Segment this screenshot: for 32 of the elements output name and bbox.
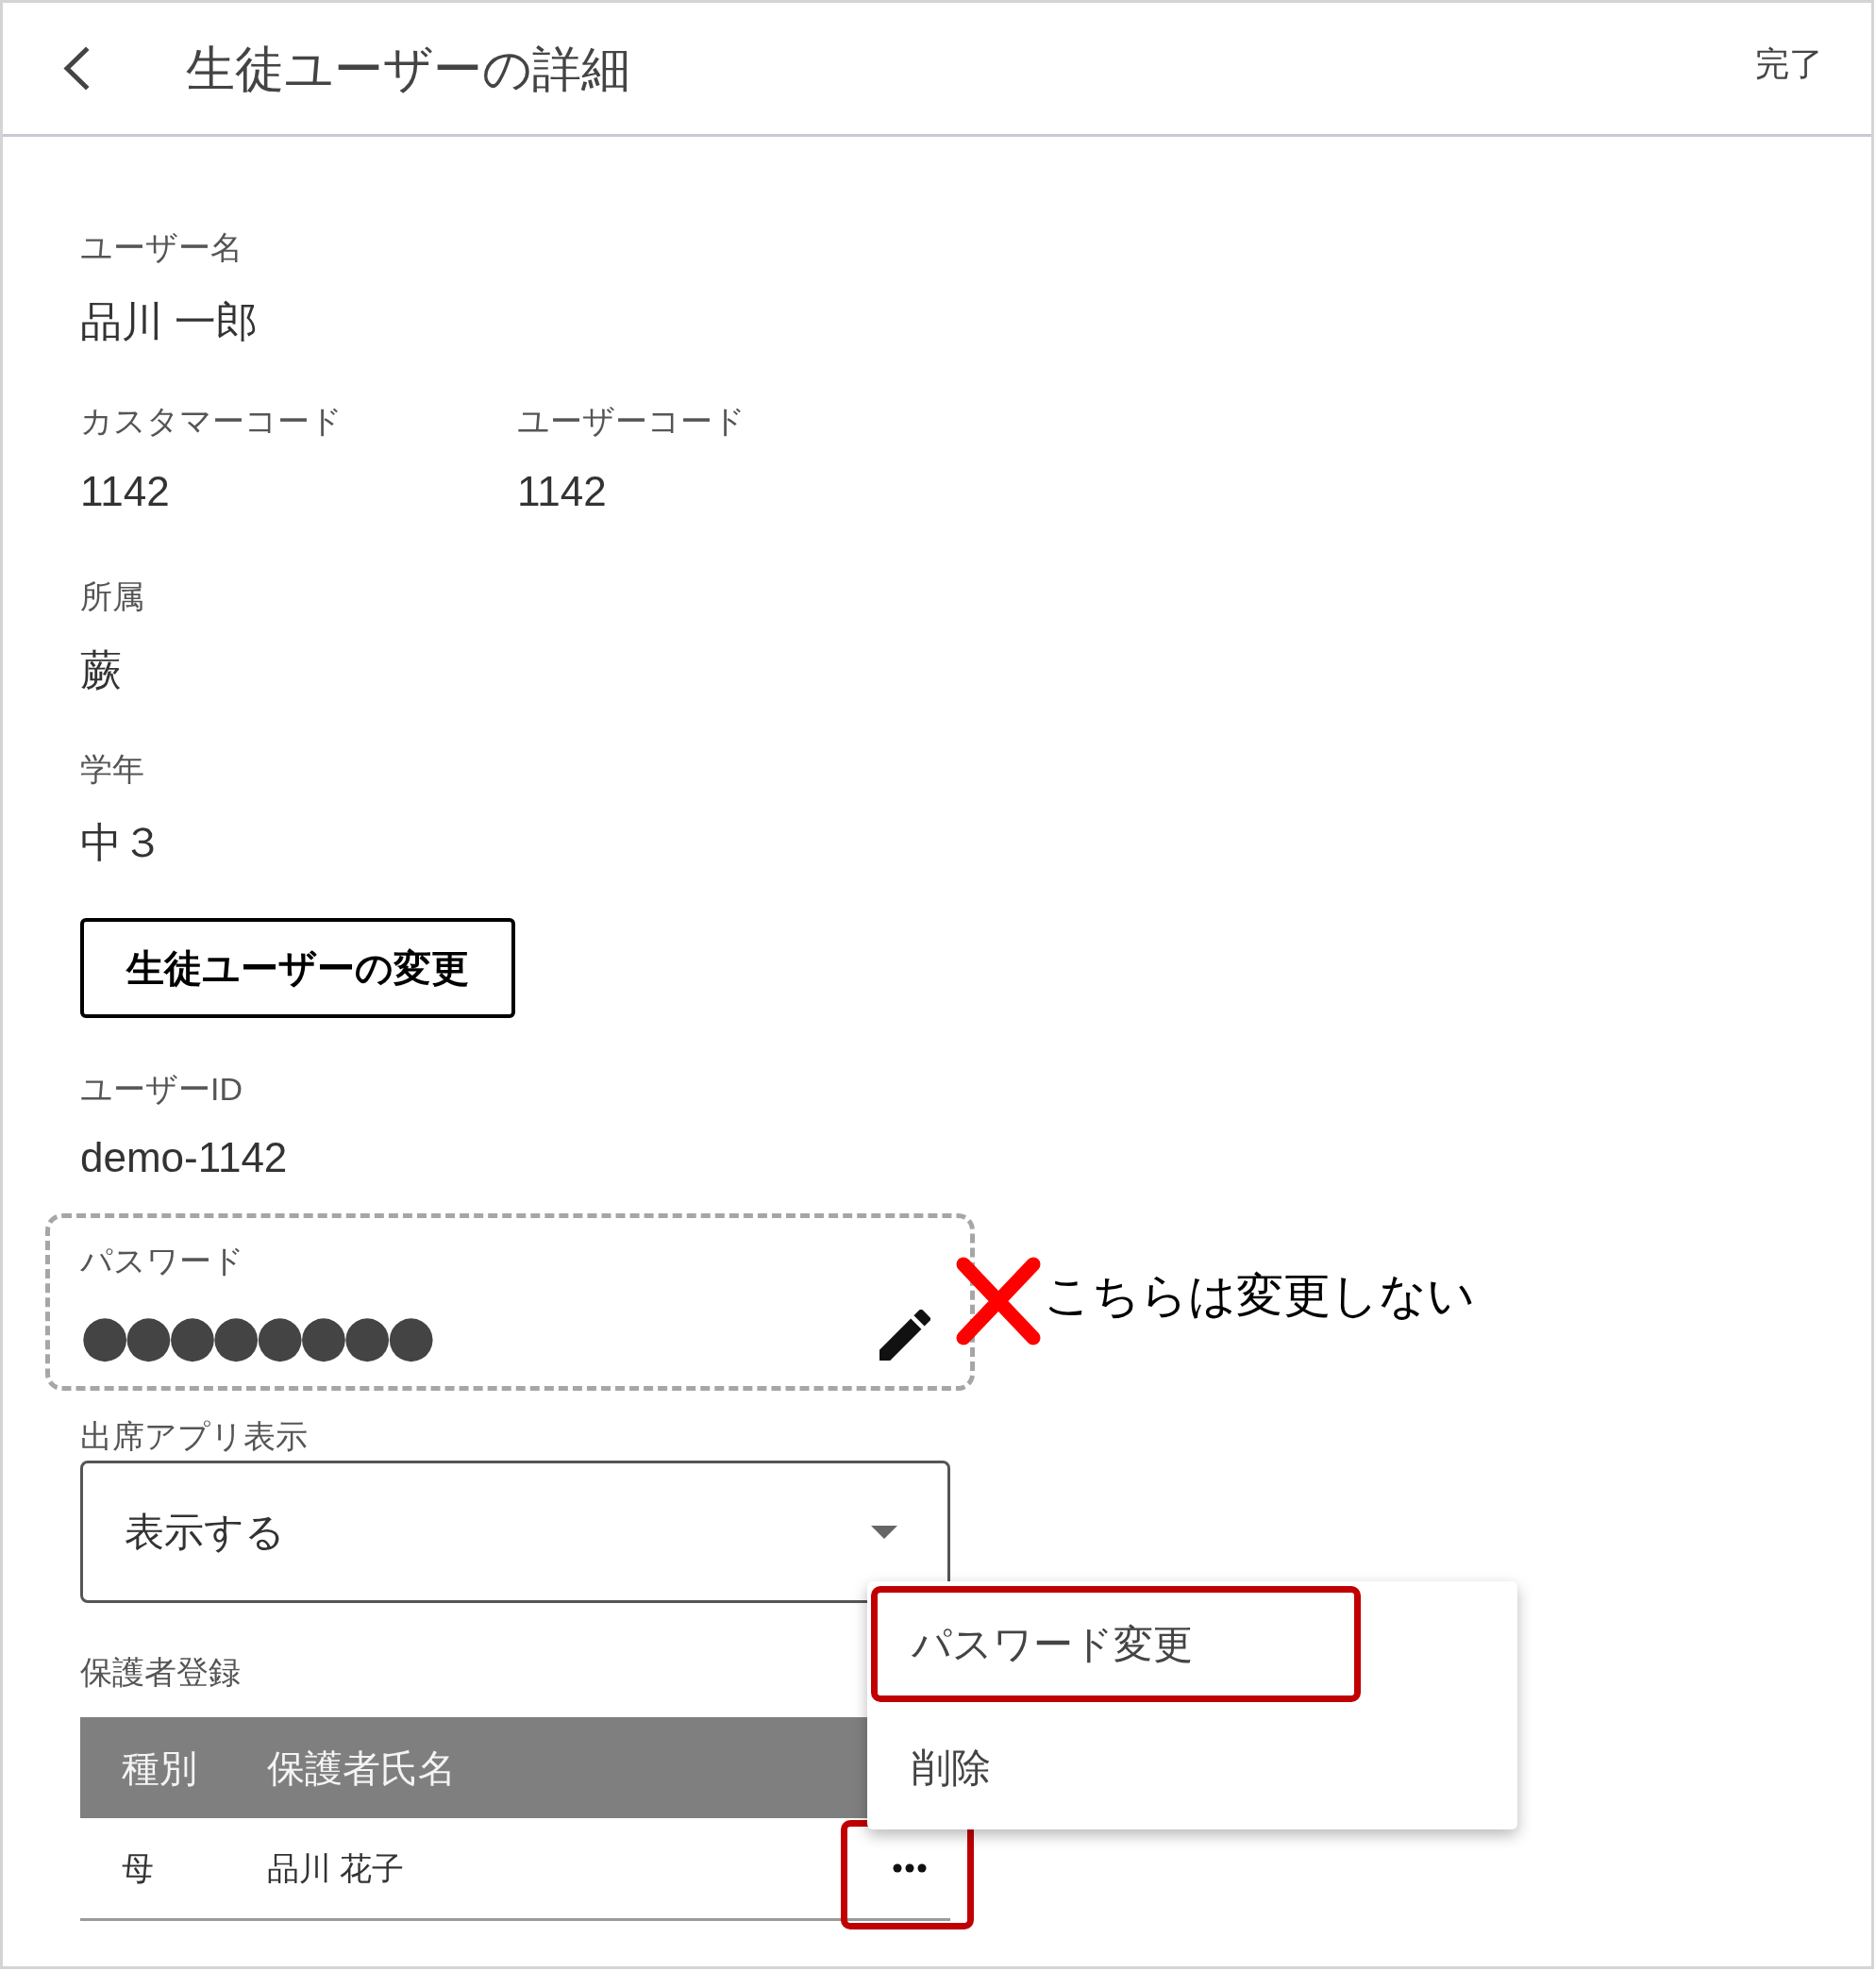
pencil-icon: [879, 1310, 930, 1361]
page-title: 生徒ユーザーの詳細: [186, 40, 630, 98]
annotation-text: こちらは変更しない: [1044, 1268, 1475, 1324]
done-button[interactable]: 完了: [1755, 41, 1823, 87]
field-value: 1142: [80, 467, 170, 516]
cross-icon: [956, 1257, 1041, 1345]
field-label: 学年: [80, 750, 144, 789]
edit-password-button[interactable]: [877, 1307, 933, 1363]
field-label: ユーザーコード: [517, 402, 745, 441]
ellipsis-icon: [893, 1863, 927, 1873]
field-value: 蕨: [80, 645, 122, 694]
caret-down-icon: [871, 1525, 897, 1539]
field-label: カスタマーコード: [80, 402, 343, 441]
field-label: 保護者登録: [80, 1653, 241, 1692]
field-label: ユーザー名: [80, 228, 243, 267]
table-cell: 品川 花子: [267, 1850, 405, 1886]
field-value: 中３: [80, 818, 163, 867]
field-label: 出席アプリ表示: [80, 1417, 308, 1456]
menu-item[interactable]: 削除: [912, 1741, 991, 1795]
field-label: 所属: [80, 577, 144, 616]
table-cell: 母: [122, 1850, 154, 1886]
select-field[interactable]: 表示する: [80, 1461, 950, 1603]
column-header: 種別: [122, 1746, 197, 1789]
field-value: 1142: [517, 467, 607, 516]
masked-password: ●●●●●●●●: [80, 1304, 430, 1366]
field-value: 品川 一郎: [80, 297, 259, 346]
column-header: 保護者氏名: [267, 1746, 456, 1789]
field-label: パスワード: [80, 1242, 244, 1280]
field-label: ユーザーID: [80, 1070, 243, 1109]
edit-student-button[interactable]: 生徒ユーザーの変更: [80, 918, 515, 1018]
field-value: demo-1142: [80, 1133, 288, 1182]
menu-item[interactable]: パスワード変更: [912, 1618, 1193, 1672]
